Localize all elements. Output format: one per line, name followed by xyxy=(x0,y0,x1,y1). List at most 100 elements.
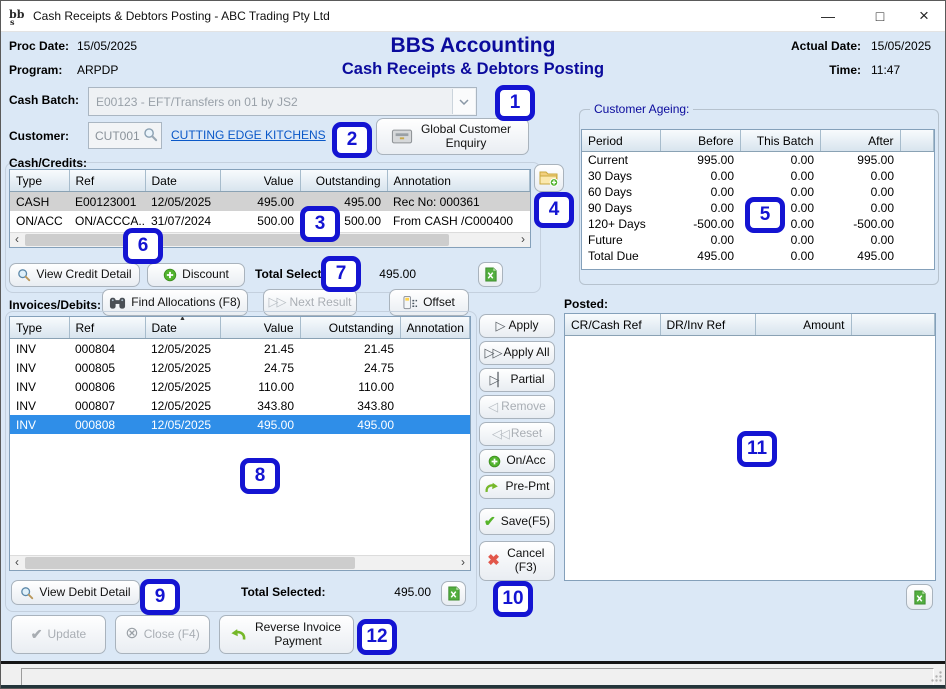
export-invoices-excel-button[interactable] xyxy=(441,581,466,606)
col-header-outstanding[interactable]: Outstanding xyxy=(300,317,400,339)
maximize-button[interactable]: □ xyxy=(859,1,901,31)
chevron-down-icon[interactable] xyxy=(452,89,475,114)
close-f4-button[interactable]: ⊗ Close (F4) xyxy=(115,615,210,654)
invoices-grid[interactable]: Type Ref ▲Date Value Outstanding Annotat… xyxy=(9,316,471,571)
table-row[interactable]: INV00080712/05/2025343.80343.80 xyxy=(10,396,470,415)
on-acc-button[interactable]: On/Acc xyxy=(479,449,555,473)
remove-label: Remove xyxy=(501,400,546,414)
discount-label: Discount xyxy=(182,268,229,282)
callout-4: 4 xyxy=(534,192,574,228)
col-header-value[interactable]: Value xyxy=(220,170,300,192)
cash-credits-grid[interactable]: Type Ref Date Value Outstanding Annotati… xyxy=(9,169,531,248)
partial-button[interactable]: ▷▏ Partial xyxy=(479,368,555,392)
cash-credits-hscrollbar[interactable]: ‹ › xyxy=(10,232,530,247)
col-header-cr-cash-ref[interactable]: CR/Cash Ref xyxy=(565,314,660,336)
credits-total-value: 495.00 xyxy=(361,267,416,281)
callout-10: 10 xyxy=(493,581,533,617)
cell: 12/05/2025 xyxy=(145,396,220,415)
col-header-this-batch[interactable]: This Batch xyxy=(740,130,820,152)
scroll-right-icon[interactable]: › xyxy=(456,556,470,570)
save-f5-button[interactable]: ✔ Save(F5) xyxy=(479,508,555,535)
minimize-button[interactable]: — xyxy=(807,1,849,31)
table-row[interactable]: INV00080512/05/202524.7524.75 xyxy=(10,358,470,377)
title-bar: bbs Cash Receipts & Debtors Posting - AB… xyxy=(1,1,945,32)
col-header-after[interactable]: After xyxy=(820,130,900,152)
pre-pmt-button[interactable]: Pre-Pmt xyxy=(479,475,555,499)
cell: 24.75 xyxy=(300,358,400,377)
reset-button[interactable]: ◁◁ Reset xyxy=(479,422,555,446)
scroll-thumb[interactable] xyxy=(25,234,449,246)
actual-date-label: Actual Date: xyxy=(781,39,861,53)
callout-7: 7 xyxy=(321,256,361,292)
table-row[interactable]: 30 Days0.000.000.00 xyxy=(582,168,934,184)
col-header-ref[interactable]: Ref xyxy=(69,170,145,192)
table-row[interactable]: ON/ACCON/ACCCA...31/07/2024500.00500.00F… xyxy=(10,211,530,230)
cell: INV xyxy=(10,377,69,396)
scroll-right-icon[interactable]: › xyxy=(516,233,530,247)
table-row[interactable]: Current995.000.00995.00 xyxy=(582,152,934,169)
update-label: Update xyxy=(48,628,87,642)
cell: 110.00 xyxy=(300,377,400,396)
customer-name-link[interactable]: CUTTING EDGE KITCHENS xyxy=(171,128,326,142)
col-header-period[interactable]: Period xyxy=(582,130,660,152)
scroll-thumb[interactable] xyxy=(25,557,355,569)
col-header-dr-inv-ref[interactable]: DR/Inv Ref xyxy=(660,314,755,336)
discount-button[interactable]: Discount xyxy=(147,263,245,287)
col-header-annotation[interactable]: Annotation xyxy=(400,317,470,339)
col-header-annotation[interactable]: Annotation xyxy=(387,170,530,192)
posted-label: Posted: xyxy=(564,297,608,311)
status-bar xyxy=(1,664,945,687)
col-header-amount[interactable]: Amount xyxy=(755,314,851,336)
table-row[interactable]: Total Due495.000.00495.00 xyxy=(582,248,934,264)
invoices-hscrollbar[interactable]: ‹ › xyxy=(10,555,470,570)
col-header-outstanding[interactable]: Outstanding xyxy=(300,170,387,192)
col-header-date[interactable]: ▲Date xyxy=(145,317,220,339)
customer-label: Customer: xyxy=(9,129,69,143)
callout-2: 2 xyxy=(332,122,372,158)
background-window-sliver xyxy=(1,685,945,688)
remove-button[interactable]: ◁ Remove xyxy=(479,395,555,419)
col-header-ref[interactable]: Ref xyxy=(69,317,145,339)
apply-button[interactable]: ▷ Apply xyxy=(479,314,555,338)
close-button[interactable]: × xyxy=(903,1,945,31)
cell: Current xyxy=(582,152,660,169)
view-debit-detail-button[interactable]: View Debit Detail xyxy=(11,580,140,605)
col-header-type[interactable]: Type xyxy=(10,317,69,339)
reverse-invoice-payment-button[interactable]: Reverse Invoice Payment xyxy=(219,615,354,654)
invoices-debits-label: Invoices/Debits: xyxy=(9,298,101,312)
cash-batch-combo[interactable]: E00123 - EFT/Transfers on 01 by JS2 xyxy=(88,87,477,116)
scroll-left-icon[interactable]: ‹ xyxy=(10,233,24,247)
export-credits-excel-button[interactable] xyxy=(478,262,503,287)
cell: 000804 xyxy=(69,339,145,359)
cell: 120+ Days xyxy=(582,216,660,232)
pre-pmt-label: Pre-Pmt xyxy=(505,480,549,494)
table-row[interactable]: CASHE0012300112/05/2025495.00495.00Rec N… xyxy=(10,192,530,212)
col-header-before[interactable]: Before xyxy=(660,130,740,152)
customer-code-field[interactable]: CUT001 xyxy=(88,122,162,149)
cell: 12/05/2025 xyxy=(145,358,220,377)
apply-all-button[interactable]: ▷▷ Apply All xyxy=(479,341,555,365)
reverse-arrow-icon xyxy=(229,627,247,642)
export-posted-excel-button[interactable] xyxy=(906,584,933,610)
cell xyxy=(400,415,470,434)
table-row[interactable]: Future0.000.000.00 xyxy=(582,232,934,248)
col-header-value[interactable]: Value xyxy=(220,317,300,339)
global-customer-enquiry-button[interactable]: Global Customer Enquiry xyxy=(376,118,529,155)
scroll-left-icon[interactable]: ‹ xyxy=(10,556,24,570)
cancel-f3-button[interactable]: ✖ Cancel (F3) xyxy=(479,541,555,581)
cell: 0.00 xyxy=(740,168,820,184)
folder-add-button[interactable] xyxy=(534,164,564,192)
update-button[interactable]: ✔ Update xyxy=(11,615,106,654)
table-row[interactable]: INV00080412/05/202521.4521.45 xyxy=(10,339,470,359)
table-row[interactable]: INV00080612/05/2025110.00110.00 xyxy=(10,377,470,396)
col-header-type[interactable]: Type xyxy=(10,170,69,192)
col-header-date[interactable]: Date xyxy=(145,170,220,192)
callout-12: 12 xyxy=(357,619,397,655)
view-credit-detail-button[interactable]: View Credit Detail xyxy=(9,263,140,287)
table-row[interactable]: INV00080812/05/2025495.00495.00 xyxy=(10,415,470,434)
search-icon[interactable] xyxy=(143,127,158,142)
resize-grip[interactable] xyxy=(930,670,943,683)
next-result-label: Next Result xyxy=(289,296,351,310)
excel-icon xyxy=(483,267,498,282)
excel-icon xyxy=(912,590,927,605)
